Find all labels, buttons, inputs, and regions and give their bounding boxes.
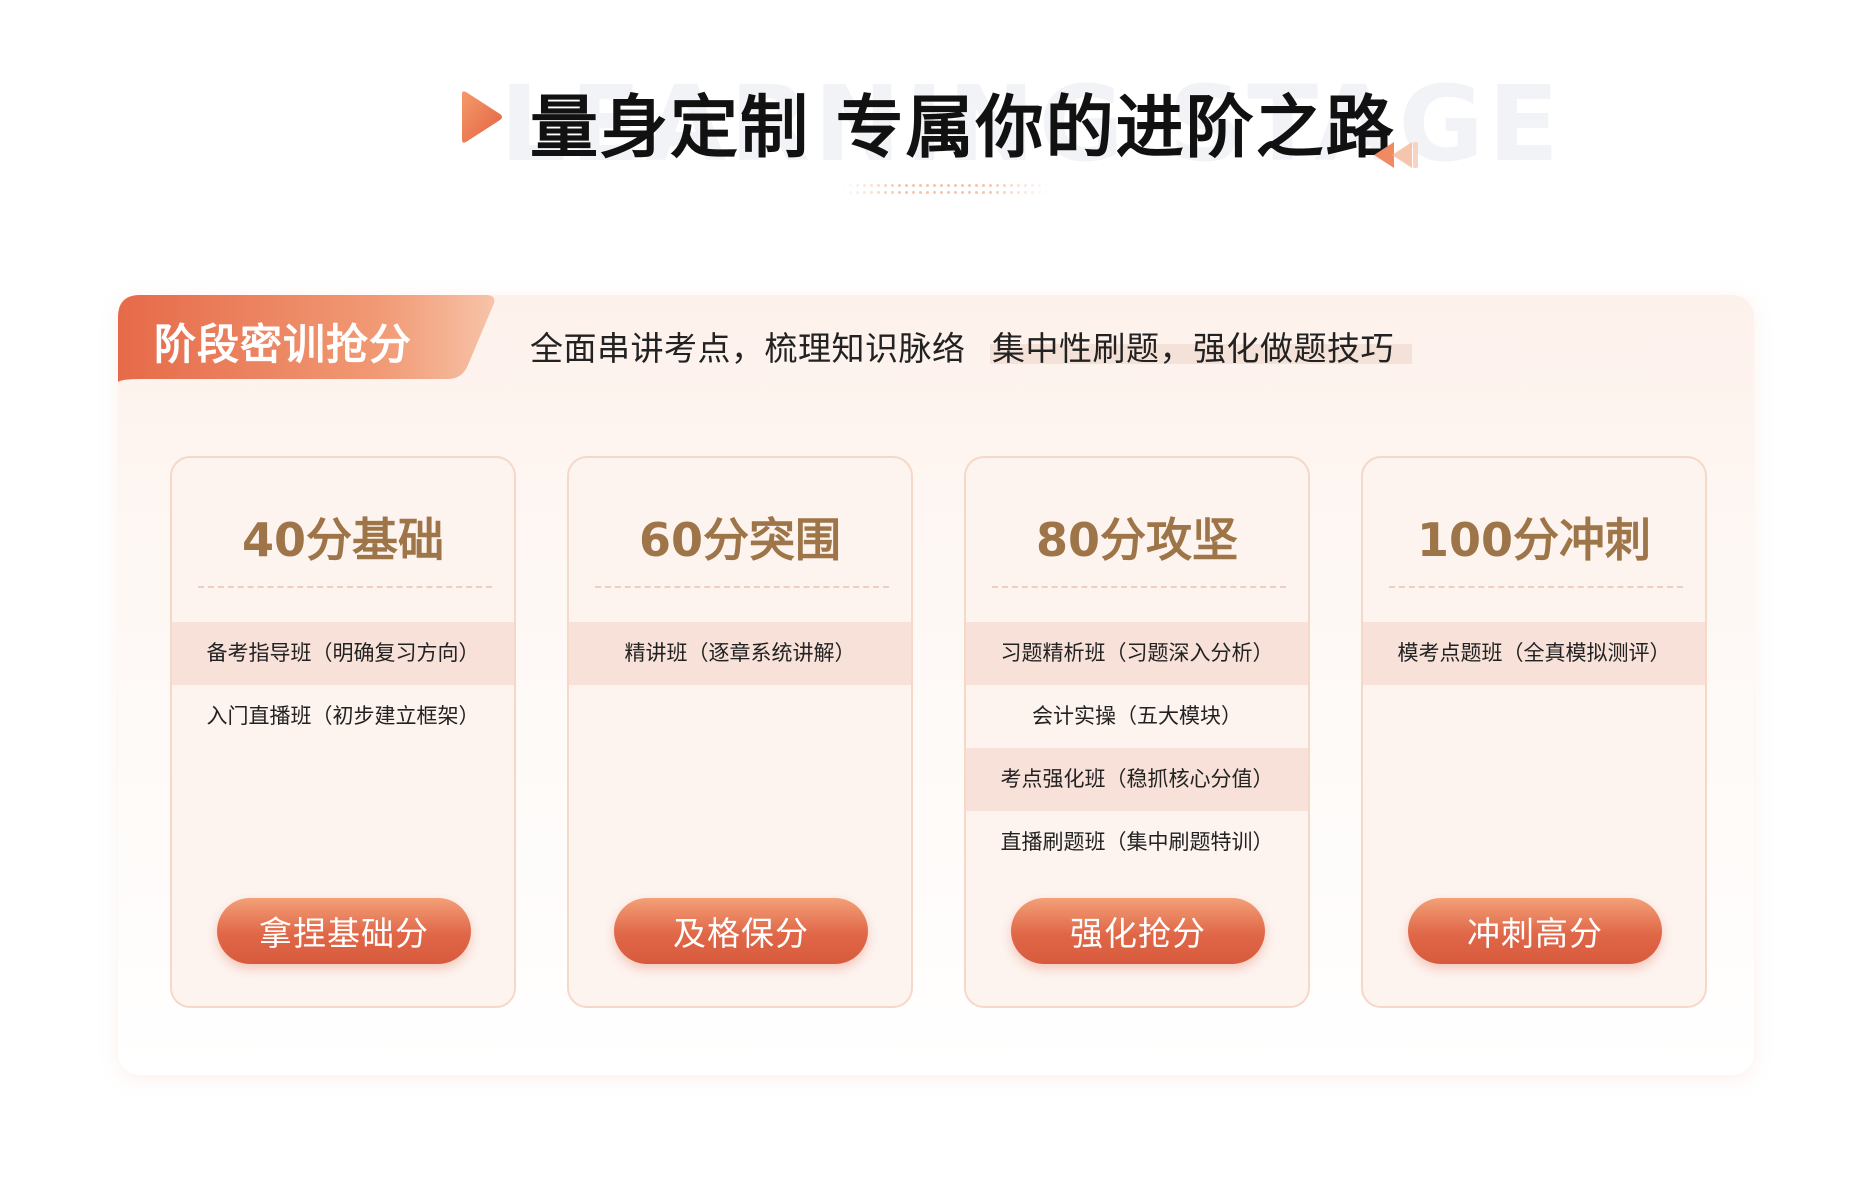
tagline-review: 全面串讲考点，梳理知识脉络 xyxy=(530,329,966,368)
stage-tab: 阶段密训抢分 xyxy=(118,295,498,382)
stage-card-40: 40分基础 备考指导班（明确复习方向） 入门直播班（初步建立框架） 拿捏基础分 xyxy=(170,456,516,1008)
card-title: 40分基础 xyxy=(241,513,444,567)
stage-card-60: 60分突围 精讲班（逐章系统讲解） 及格保分 xyxy=(567,456,913,1008)
course-item: 直播刷题班（集中刷题特训） xyxy=(1000,830,1274,854)
course-item: 模考点题班（全真模拟测评） xyxy=(1363,622,1705,685)
course-item: 会计实操（五大模块） xyxy=(1032,704,1242,728)
course-item: 入门直播班（初步建立框架） xyxy=(206,704,480,728)
course-item: 考点强化班（稳抓核心分值） xyxy=(966,748,1308,811)
basic-score-button[interactable]: 拿捏基础分 xyxy=(217,898,471,964)
course-list: 精讲班（逐章系统讲解） xyxy=(569,622,911,685)
card-divider xyxy=(198,586,492,588)
card-title: 80分攻坚 xyxy=(1035,513,1238,567)
page-header: LEARNING STAGE 量身定制 专属你的进阶之路 xyxy=(0,70,1860,220)
course-item: 精讲班（逐章系统讲解） xyxy=(569,622,911,685)
card-divider xyxy=(1389,586,1683,588)
course-list: 模考点题班（全真模拟测评） xyxy=(1363,622,1705,685)
page-title: 量身定制 专属你的进阶之路 xyxy=(530,89,1396,168)
card-title: 60分突围 xyxy=(638,513,841,567)
course-list: 习题精析班（习题深入分析） 会计实操（五大模块） 考点强化班（稳抓核心分值） 直… xyxy=(966,622,1308,874)
card-title: 100分冲刺 xyxy=(1416,513,1652,567)
title-dots-decoration xyxy=(840,182,1050,196)
strengthen-score-button[interactable]: 强化抢分 xyxy=(1011,898,1265,964)
rewind-icon xyxy=(1374,142,1418,168)
stage-card-100: 100分冲刺 模考点题班（全真模拟测评） 冲刺高分 xyxy=(1361,456,1707,1008)
play-icon xyxy=(462,91,502,143)
card-divider xyxy=(992,586,1286,588)
pass-score-button[interactable]: 及格保分 xyxy=(614,898,868,964)
course-list: 备考指导班（明确复习方向） 入门直播班（初步建立框架） xyxy=(172,622,514,748)
tagline-practice: 集中性刷题，强化做题技巧 xyxy=(992,329,1394,368)
stage-card-80: 80分攻坚 习题精析班（习题深入分析） 会计实操（五大模块） 考点强化班（稳抓核… xyxy=(964,456,1310,1008)
card-divider xyxy=(595,586,889,588)
sprint-score-button[interactable]: 冲刺高分 xyxy=(1408,898,1662,964)
stage-tab-label: 阶段密训抢分 xyxy=(154,320,413,369)
course-item: 习题精析班（习题深入分析） xyxy=(966,622,1308,685)
course-item: 备考指导班（明确复习方向） xyxy=(172,622,514,685)
page: LEARNING STAGE 量身定制 专属你的进阶之路 阶段密训抢分 全面串讲… xyxy=(0,0,1860,1179)
